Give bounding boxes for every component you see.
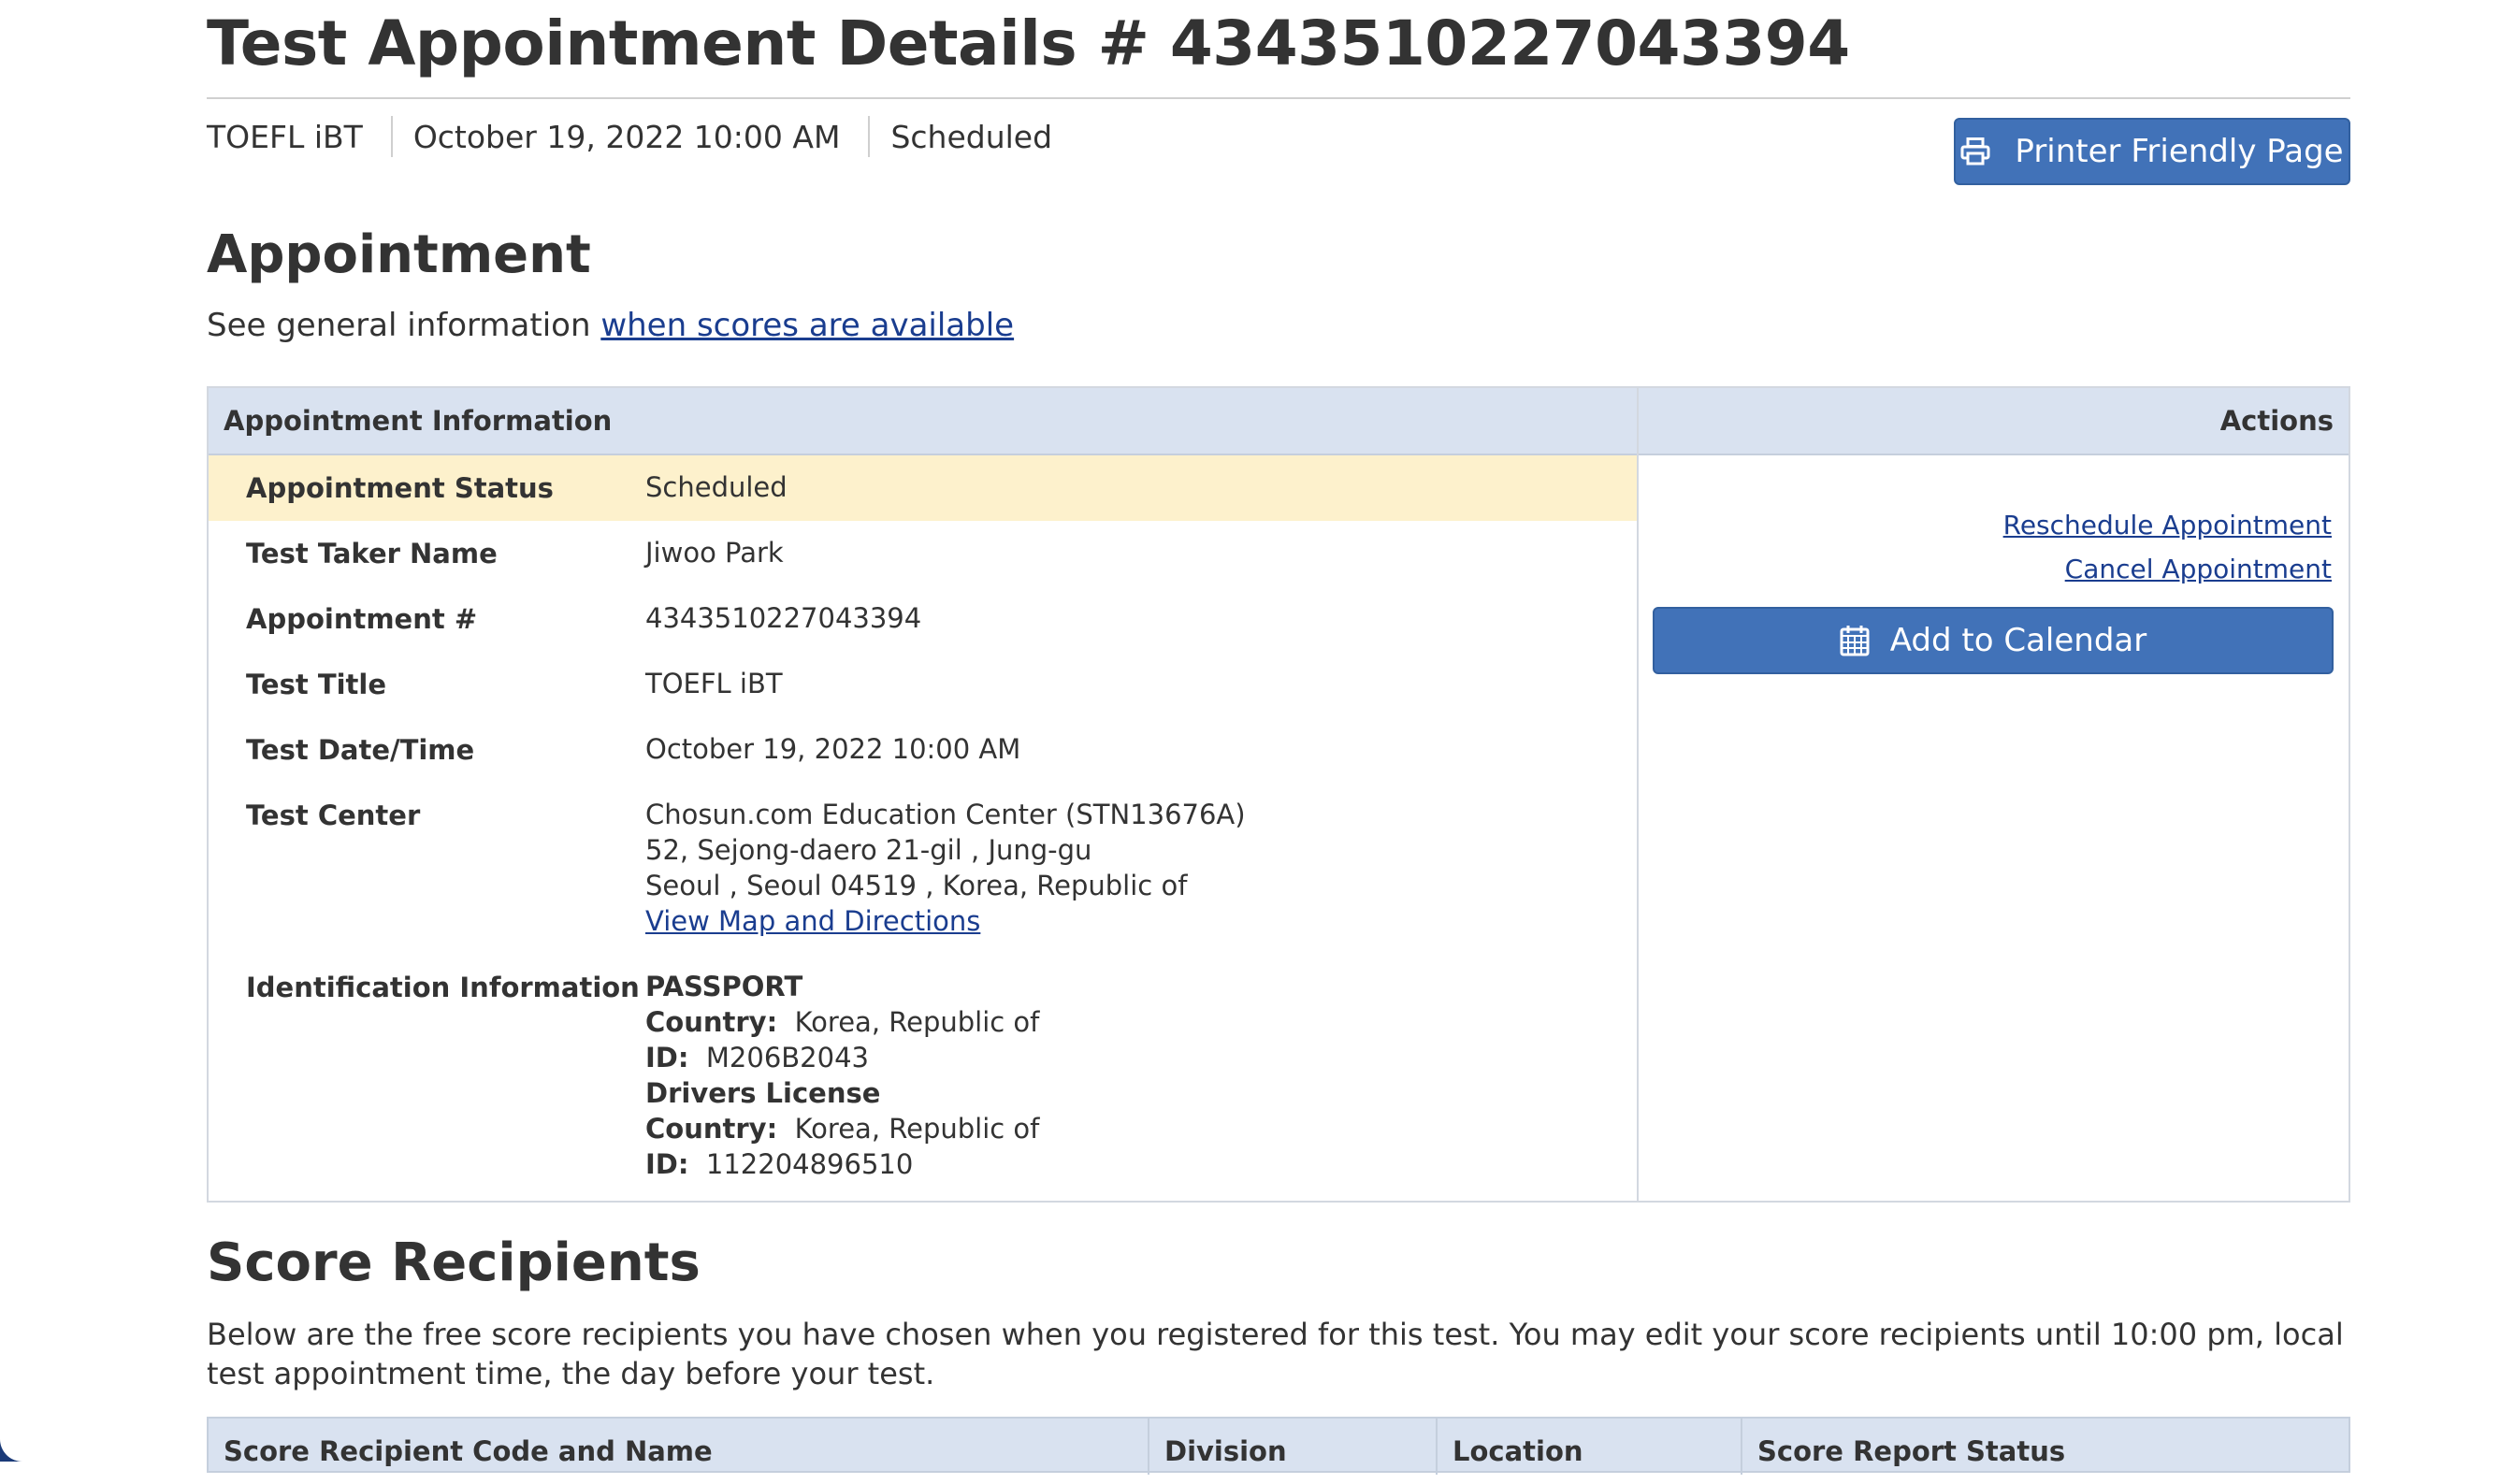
appointment-info-header: Appointment Information: [224, 405, 613, 437]
col-location: Location: [1453, 1435, 1583, 1467]
id-number-label: ID:: [645, 1042, 689, 1073]
col-recipient-code: Score Recipient Code and Name: [224, 1435, 713, 1467]
col-score-status: Score Report Status: [1757, 1435, 2066, 1467]
test-center-value: Chosun.com Education Center (STN13676A) …: [645, 797, 1246, 939]
printer-icon: [1960, 137, 1990, 166]
col-division: Division: [1164, 1435, 1287, 1467]
appointment-intro: See general information when scores are …: [207, 307, 1014, 344]
appointment-table: Appointment Information Actions Appointm…: [207, 386, 2350, 1203]
actions-links: Reschedule Appointment Cancel Appointmen…: [2003, 510, 2332, 584]
column-divider: [1148, 1419, 1149, 1475]
score-recipients-description: Below are the free score recipients you …: [207, 1317, 2344, 1391]
id-number: M206B2043: [705, 1042, 869, 1073]
score-recipients-table-header: Score Recipient Code and Name Division L…: [207, 1417, 2350, 1475]
number-label: Appointment #: [246, 603, 478, 635]
summary-test-name: TOEFL iBT: [207, 118, 363, 155]
id-number-label: ID:: [645, 1148, 689, 1180]
datetime-label: Test Date/Time: [246, 734, 475, 766]
id-country-label: Country:: [645, 1113, 778, 1145]
id-country-label: Country:: [645, 1006, 778, 1038]
page-title: Test Appointment Details # 4343510227043…: [207, 7, 1850, 79]
id-country: Korea, Republic of: [794, 1006, 1040, 1038]
actions-header: Actions: [2219, 405, 2334, 437]
name-label: Test Taker Name: [246, 538, 498, 569]
column-divider: [1436, 1419, 1438, 1475]
title-divider: [207, 97, 2350, 99]
appointment-table-header: Appointment Information Actions: [209, 388, 2349, 455]
identification-label: Identification Information: [246, 972, 640, 1003]
score-recipients-heading: Score Recipients: [207, 1232, 701, 1293]
calendar-icon: [1840, 625, 1870, 656]
test-center-street: 52, Sejong-daero 21-gil , Jung-gu: [645, 834, 1092, 866]
test-center-city: Seoul , Seoul 04519 , Korea, Republic of: [645, 870, 1188, 901]
id-number: 112204896510: [705, 1148, 914, 1180]
printer-friendly-button[interactable]: Printer Friendly Page: [1954, 118, 2350, 185]
map-directions-link[interactable]: View Map and Directions: [645, 905, 980, 937]
number-value: 4343510227043394: [645, 602, 922, 634]
add-to-calendar-button[interactable]: Add to Calendar: [1653, 607, 2334, 674]
intro-text: See general information: [207, 307, 601, 344]
test-center-name: Chosun.com Education Center (STN13676A): [645, 799, 1246, 830]
id-country: Korea, Republic of: [794, 1113, 1040, 1145]
name-value: Jiwoo Park: [645, 537, 784, 569]
id-doc-type: PASSPORT: [645, 971, 803, 1002]
column-divider: [1637, 388, 1639, 1201]
status-label: Appointment Status: [246, 472, 554, 504]
add-to-calendar-label: Add to Calendar: [1889, 622, 2147, 659]
summary-date: October 19, 2022 10:00 AM: [412, 118, 841, 155]
cancel-link[interactable]: Cancel Appointment: [2065, 554, 2332, 584]
window-corner: [0, 1437, 24, 1462]
summary-status: Scheduled: [890, 118, 1053, 155]
scores-available-link[interactable]: when scores are available: [600, 307, 1014, 344]
column-divider: [1741, 1419, 1742, 1475]
printer-friendly-label: Printer Friendly Page: [2015, 133, 2344, 170]
test-title-value: TOEFL iBT: [645, 668, 783, 699]
id-doc-type: Drivers License: [645, 1077, 881, 1109]
datetime-value: October 19, 2022 10:00 AM: [645, 733, 1021, 765]
test-center-label: Test Center: [246, 800, 421, 831]
appointment-heading: Appointment: [207, 224, 591, 285]
summary-separator: [390, 116, 393, 157]
reschedule-link[interactable]: Reschedule Appointment: [2003, 510, 2332, 540]
identification-value: PASSPORT Country: Korea, Republic of ID:…: [645, 969, 1039, 1182]
summary-separator: [868, 116, 871, 157]
status-value: Scheduled: [645, 471, 788, 503]
appointment-summary: TOEFL iBT October 19, 2022 10:00 AM Sche…: [207, 114, 1052, 159]
test-title-label: Test Title: [246, 669, 387, 700]
